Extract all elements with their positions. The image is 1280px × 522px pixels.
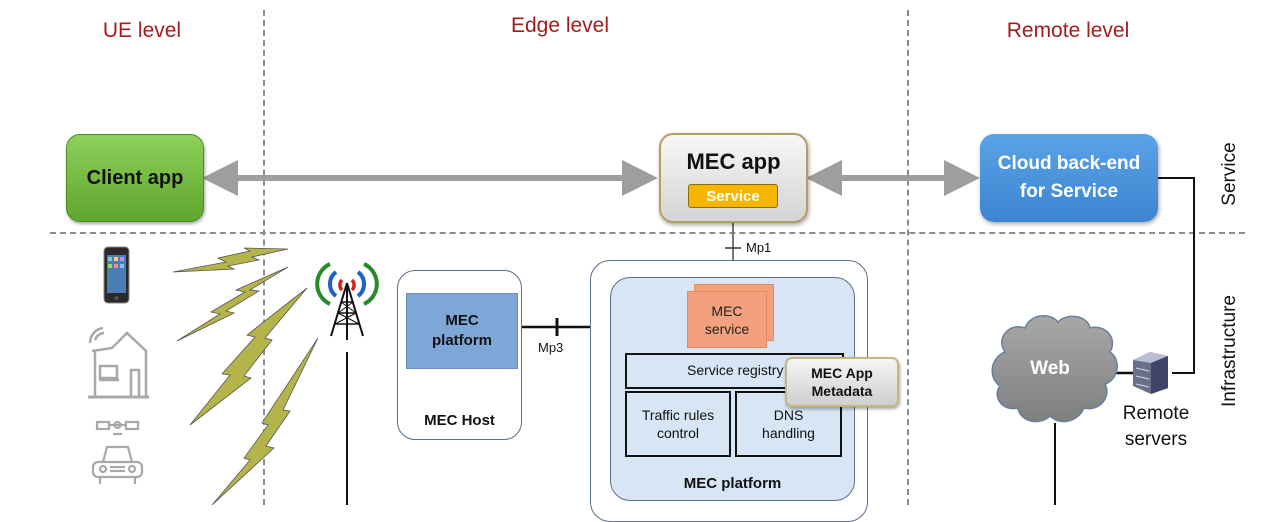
client-app-label: Client app <box>86 166 184 189</box>
antenna-tower-icon <box>315 262 379 340</box>
mec-platform-label: MEC platform <box>683 475 782 492</box>
lightning-bolt <box>189 287 308 426</box>
mec-app-title: MEC app <box>686 149 781 174</box>
cloud-backend-line1: Cloud back-end <box>997 153 1141 174</box>
mec-app-metadata-line2: Metadata <box>811 383 873 399</box>
smartphone-icon <box>103 246 130 304</box>
mec-host-platform-line2: platform <box>432 332 492 349</box>
mec-host-box[interactable]: MEC platform MEC Host <box>397 270 522 440</box>
mec-app-metadata-box[interactable]: MEC App Metadata <box>785 357 899 407</box>
mp1-label: Mp1 <box>746 240 772 255</box>
mec-host-platform-line1: MEC <box>445 312 479 329</box>
client-app-box[interactable]: Client app <box>66 134 204 222</box>
mec-service-line1: MEC <box>711 302 743 319</box>
mp3-label: Mp3 <box>538 340 564 355</box>
smart-home-icon <box>88 326 149 399</box>
remote-servers-line1: Remote <box>1122 403 1190 424</box>
service-chip[interactable]: Service <box>688 184 778 208</box>
backend-server-line <box>1158 177 1195 374</box>
service-registry-label: Service registry <box>687 362 784 378</box>
traffic-rules-line1: Traffic rules <box>641 407 715 423</box>
remote-server-icon <box>1133 352 1168 394</box>
mec-host-platform-box[interactable]: MEC platform <box>406 293 518 369</box>
mec-app-metadata-line1: MEC App <box>811 365 873 381</box>
mec-app-box[interactable]: MEC app Service <box>659 133 808 223</box>
lightning-bolt <box>172 247 289 273</box>
dns-handling-line1: DNS <box>773 407 804 423</box>
traffic-rules-box[interactable]: Traffic rules control <box>625 391 731 457</box>
mec-service-line2: service <box>704 320 750 337</box>
cloud-backend-line2: for Service <box>1019 181 1119 202</box>
dns-handling-line2: handling <box>762 425 815 441</box>
lightning-bolt <box>211 337 319 505</box>
traffic-rules-line2: control <box>656 425 699 441</box>
remote-servers-label: Remote servers <box>1112 401 1200 453</box>
mec-host-label: MEC Host <box>424 412 495 429</box>
web-label: Web <box>1030 358 1070 379</box>
connected-car-icon <box>91 420 144 484</box>
cloud-backend-box[interactable]: Cloud back-end for Service <box>980 134 1158 222</box>
remote-servers-line2: servers <box>1124 429 1188 450</box>
wireless-links <box>172 247 319 505</box>
mec-service-box[interactable]: MEC service <box>687 291 767 348</box>
